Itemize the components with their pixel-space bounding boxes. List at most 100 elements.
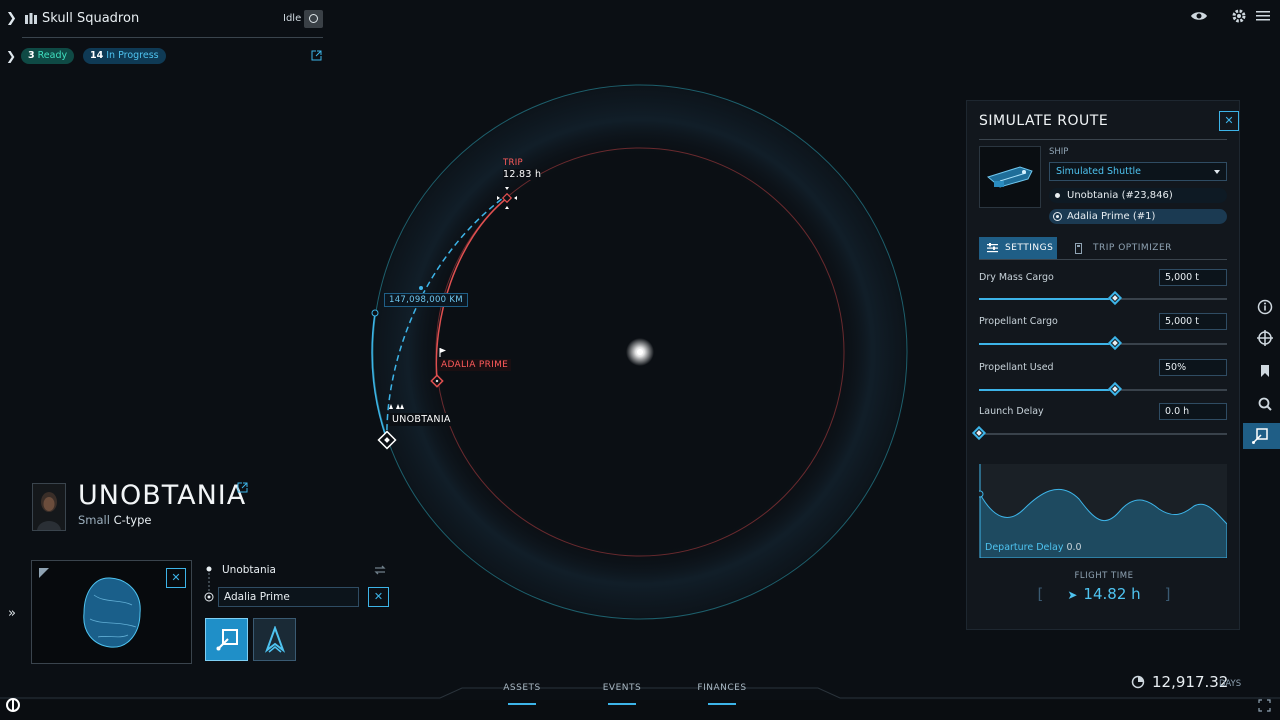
- tab-trip-optimizer[interactable]: TRIP OPTIMIZER: [1063, 237, 1227, 259]
- asteroid-card[interactable]: ✕: [31, 560, 192, 664]
- ship-icon: [986, 166, 1033, 188]
- sliders-icon: [987, 243, 998, 253]
- slider-knob[interactable]: [1107, 335, 1123, 351]
- clock-icon: [1131, 675, 1145, 689]
- tab-indicator: [508, 703, 536, 705]
- destination-map-label[interactable]: ADALIA PRIME: [438, 359, 512, 371]
- info-icon[interactable]: [1255, 297, 1275, 317]
- chevron-right-icon[interactable]: ❯: [6, 49, 16, 63]
- flight-time-text: 14.82 h: [1083, 585, 1141, 603]
- route-icon: [1252, 428, 1268, 444]
- departure-delay-value: 0.0: [1066, 542, 1082, 553]
- propellant-cargo-input[interactable]: 5,000 t: [1159, 313, 1227, 330]
- slider-fill: [979, 389, 1115, 391]
- search-icon[interactable]: [1255, 394, 1275, 414]
- slider-fill: [979, 343, 1115, 345]
- ready-badge[interactable]: 3 Ready: [21, 48, 75, 64]
- propellant-used-label: Propellant Used: [979, 362, 1054, 373]
- logo-icon[interactable]: [5, 697, 21, 713]
- asteroid-render: [83, 577, 141, 648]
- route-origin-label: Unobtania (#23,846): [1067, 190, 1173, 201]
- departure-delay-label: Departure Delay 0.0: [985, 542, 1082, 553]
- tab-events[interactable]: EVENTS: [582, 683, 662, 705]
- trip-title: TRIP: [503, 158, 523, 168]
- asteroid-spectral-type: C-type: [113, 513, 152, 527]
- route-action-button[interactable]: [205, 618, 248, 661]
- chevron-right-icon[interactable]: ❯: [6, 11, 17, 26]
- ship-icon: [264, 626, 286, 653]
- ship-select[interactable]: Simulated Shuttle: [1049, 162, 1227, 181]
- tab-assets-label: ASSETS: [503, 683, 541, 693]
- origin-dot-icon: [1055, 193, 1060, 198]
- idle-toggle-button[interactable]: [304, 10, 323, 28]
- external-link-icon[interactable]: [311, 50, 322, 61]
- crew-name[interactable]: Skull Squadron: [42, 11, 139, 26]
- route-destination[interactable]: Adalia Prime (#1): [1049, 209, 1227, 224]
- tab-finances[interactable]: FINANCES: [682, 683, 762, 705]
- days-unit: DAYS: [1219, 679, 1242, 689]
- panel-title: SIMULATE ROUTE: [979, 113, 1109, 129]
- tab-assets[interactable]: ASSETS: [482, 683, 562, 705]
- chevron-down-icon: [1214, 170, 1220, 174]
- tab-indicator: [608, 703, 636, 705]
- crew-bar: ❯ Skull Squadron Idle: [0, 0, 330, 38]
- slider-knob[interactable]: [1107, 381, 1123, 397]
- progress-label: In Progress: [106, 50, 159, 61]
- origin-stop[interactable]: Unobtania: [222, 564, 276, 576]
- dry-mass-slider[interactable]: [979, 290, 1227, 306]
- dry-mass-label: Dry Mass Cargo: [979, 272, 1054, 283]
- departure-delay-chart[interactable]: Departure Delay 0.0: [976, 464, 1228, 559]
- propellant-cargo-slider[interactable]: [979, 335, 1227, 351]
- expand-sidebar-icon[interactable]: »: [8, 606, 16, 621]
- external-link-icon[interactable]: [237, 482, 248, 493]
- asteroid-type: Small C-type: [78, 513, 151, 527]
- in-progress-badge[interactable]: 14 In Progress: [83, 48, 166, 64]
- launch-delay-slider[interactable]: [971, 425, 1227, 441]
- slider-knob[interactable]: [971, 425, 987, 441]
- propellant-used-input[interactable]: 50%: [1159, 359, 1227, 376]
- launch-delay-label: Launch Delay: [979, 406, 1044, 417]
- departure-delay-text: Departure Delay: [985, 542, 1064, 553]
- tab-indicator: [708, 703, 736, 705]
- avatar-portrait: [33, 484, 65, 530]
- swap-icon[interactable]: [373, 564, 387, 576]
- bookmark-icon[interactable]: [1255, 361, 1275, 381]
- launch-delay-input[interactable]: 0.0 h: [1159, 403, 1227, 420]
- fuel-icon: [1075, 243, 1082, 254]
- tab-trip-optimizer-label: TRIP OPTIMIZER: [1093, 243, 1172, 253]
- menu-icon[interactable]: [1256, 10, 1270, 22]
- clear-destination-button[interactable]: ✕: [368, 587, 389, 607]
- propellant-used-slider[interactable]: [979, 381, 1227, 397]
- crew-status: Idle: [283, 13, 302, 24]
- tab-finances-label: FINANCES: [697, 683, 747, 693]
- compass-icon[interactable]: [1255, 328, 1275, 348]
- progress-count: 14: [90, 50, 104, 61]
- flight-time-label: FLIGHT TIME: [1074, 571, 1134, 581]
- days-readout: 12,917.32: [1152, 673, 1229, 691]
- ship-action-button[interactable]: [253, 618, 296, 661]
- slider-fill: [979, 298, 1115, 300]
- origin-map-label[interactable]: UNOBTANIA: [389, 413, 454, 426]
- corner-marker: [39, 568, 49, 578]
- dry-mass-input[interactable]: 5,000 t: [1159, 269, 1227, 286]
- captain-avatar[interactable]: [32, 483, 66, 531]
- propellant-cargo-label: Propellant Cargo: [979, 316, 1058, 327]
- divider: [979, 259, 1227, 260]
- destination-input[interactable]: Adalia Prime: [218, 587, 359, 607]
- trip-time: 12.83 h: [503, 169, 542, 180]
- tab-settings-label: SETTINGS: [1005, 243, 1054, 253]
- fullscreen-icon[interactable]: [1258, 699, 1271, 712]
- ship-select-value: Simulated Shuttle: [1056, 166, 1142, 177]
- tab-events-label: EVENTS: [602, 683, 642, 693]
- eye-icon[interactable]: [1190, 9, 1208, 23]
- tab-settings[interactable]: SETTINGS: [979, 237, 1057, 259]
- close-asteroid-button[interactable]: ✕: [166, 568, 186, 588]
- slider-knob[interactable]: [1107, 290, 1123, 306]
- gear-icon[interactable]: [1231, 8, 1247, 24]
- route-origin[interactable]: Unobtania (#23,846): [1049, 188, 1227, 203]
- ship-thumbnail: [979, 146, 1041, 208]
- close-panel-button[interactable]: ✕: [1219, 111, 1239, 131]
- ready-label: Ready: [37, 50, 68, 61]
- divider: [22, 37, 323, 38]
- route-nav-button[interactable]: [1243, 423, 1280, 449]
